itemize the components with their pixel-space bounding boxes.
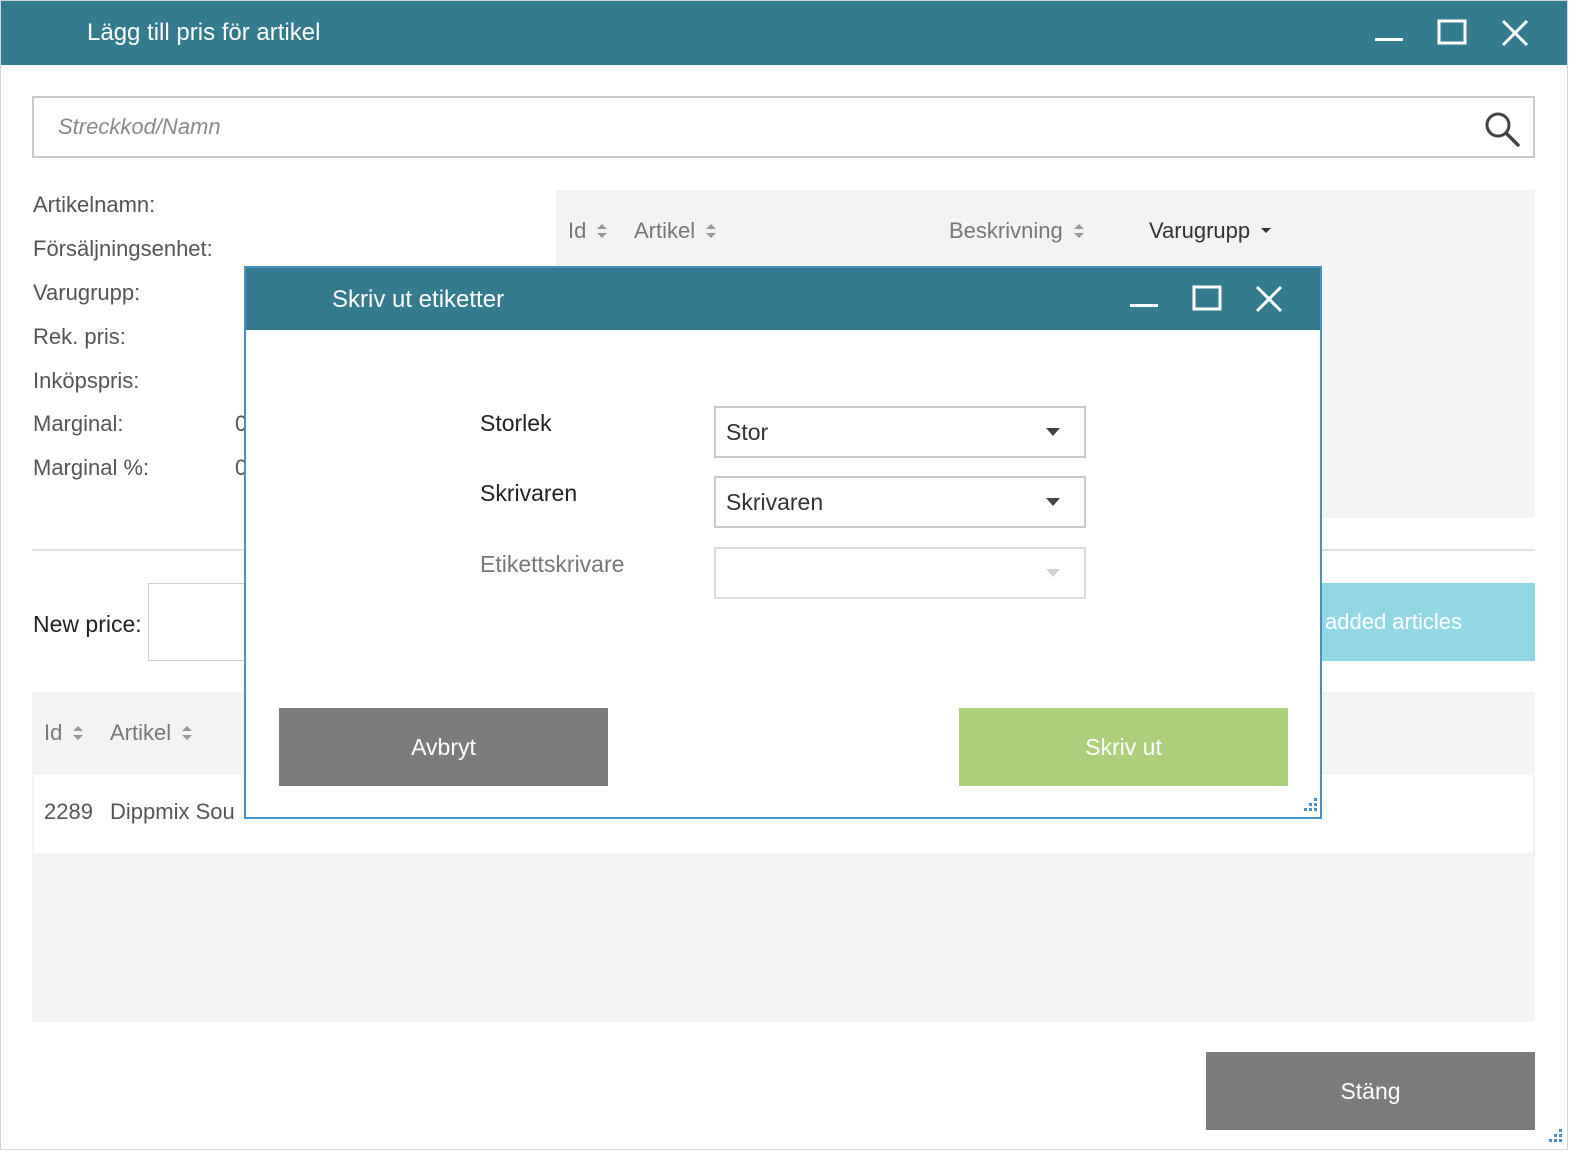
cancel-button[interactable]: Avbryt	[279, 708, 608, 786]
sort-icon	[73, 726, 84, 740]
info-label-forsaljningsenhet: Försäljningsenhet:	[33, 236, 213, 261]
print-labels-dialog: Skriv ut etiketter Storlek Stor Skrivare…	[244, 266, 1322, 819]
dialog-minimize-button[interactable]	[1114, 268, 1174, 330]
close-icon	[1501, 19, 1529, 47]
main-titlebar: Lägg till pris för artikel	[1, 1, 1567, 65]
etikettskrivare-label: Etikettskrivare	[480, 551, 625, 577]
column-header-varugrupp[interactable]: Varugrupp	[1149, 218, 1272, 244]
sort-icon	[597, 224, 608, 238]
skrivaren-select[interactable]: Skrivaren	[714, 476, 1086, 528]
window-title: Lägg till pris för artikel	[87, 19, 321, 46]
info-label-inkopspris: Inköpspris:	[33, 368, 140, 393]
sort-icon	[706, 224, 717, 238]
sort-icon	[182, 726, 193, 740]
search-field[interactable]	[32, 96, 1535, 158]
maximize-icon	[1192, 285, 1222, 311]
column-header-beskrivning[interactable]: Beskrivning	[949, 218, 1085, 244]
info-label-artikelnamn: Artikelnamn:	[33, 192, 156, 217]
chevron-down-icon	[1261, 228, 1272, 233]
column-header-id[interactable]: Id	[568, 218, 608, 244]
info-label-marginal-pct: Marginal %:	[33, 455, 150, 480]
maximize-icon	[1437, 19, 1467, 45]
chevron-down-icon	[1046, 428, 1060, 436]
print-button[interactable]: Skriv ut	[959, 708, 1288, 786]
skrivaren-value: Skrivaren	[726, 488, 824, 515]
info-label-varugrupp: Varugrupp:	[33, 280, 141, 305]
close-icon	[1255, 285, 1283, 313]
dialog-titlebar: Skriv ut etiketter	[246, 268, 1320, 330]
minimize-button[interactable]	[1359, 1, 1419, 65]
sort-icon	[1073, 224, 1084, 238]
search-input[interactable]	[34, 98, 1533, 156]
column-header-id[interactable]: Id	[44, 720, 84, 746]
dialog-title: Skriv ut etiketter	[332, 286, 505, 313]
skrivaren-label: Skrivaren	[480, 480, 578, 506]
info-label-marginal: Marginal:	[33, 411, 124, 436]
column-header-artikel[interactable]: Artikel	[110, 720, 193, 746]
close-window-button[interactable]	[1485, 1, 1545, 65]
maximize-button[interactable]	[1422, 1, 1482, 65]
chevron-down-icon	[1046, 498, 1060, 506]
dialog-maximize-button[interactable]	[1177, 268, 1237, 330]
row-artikel: Dippmix Sou	[110, 799, 235, 824]
minimize-icon	[1130, 304, 1158, 307]
resize-grip-icon[interactable]	[1298, 794, 1318, 814]
search-icon[interactable]	[1483, 110, 1521, 148]
column-header-artikel[interactable]: Artikel	[634, 218, 717, 244]
resize-grip-icon[interactable]	[1543, 1125, 1563, 1145]
minimize-icon	[1375, 38, 1403, 41]
info-label-rek-pris: Rek. pris:	[33, 324, 126, 349]
etikettskrivare-select	[714, 547, 1086, 599]
storlek-value: Stor	[726, 418, 769, 445]
storlek-select[interactable]: Stor	[714, 406, 1086, 458]
new-price-label: New price:	[33, 611, 142, 637]
dialog-close-button[interactable]	[1239, 268, 1299, 330]
chevron-down-icon	[1046, 569, 1060, 577]
storlek-label: Storlek	[480, 410, 552, 436]
row-id: 2289	[44, 799, 93, 824]
close-button[interactable]: Stäng	[1206, 1052, 1535, 1130]
